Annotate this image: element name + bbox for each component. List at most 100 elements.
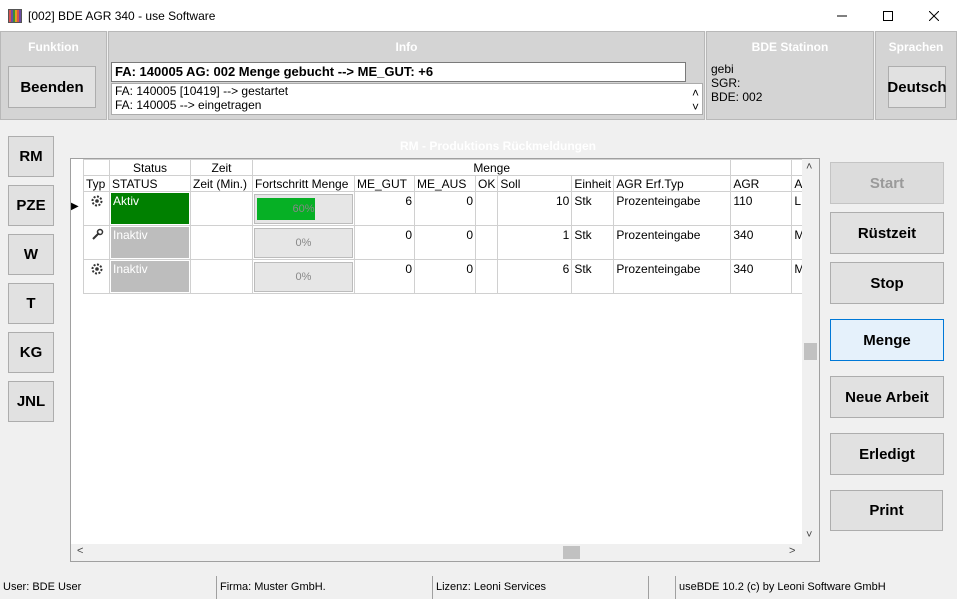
title-bar: [002] BDE AGR 340 - use Software [0,0,957,31]
scroll-right-icon[interactable]: > [789,545,795,557]
production-grid[interactable]: ▶ Status Zeit Menge Typ STATUS Zeit (Min… [70,158,820,562]
station-line: SGR: [711,76,741,90]
column-header[interactable]: ME_AUS [414,175,476,192]
status-badge: Aktiv [111,193,189,224]
soll-cell: 1 [497,225,573,260]
info-log-line: FA: 140005 [10419] --> gestartet [115,84,289,98]
minimize-button[interactable] [819,0,865,31]
app-icon [8,8,22,23]
erf-typ-cell: Prozenteingabe [613,259,732,294]
column-header[interactable]: Einheit [571,175,615,192]
zeit-cell [190,259,253,294]
column-header[interactable]: Typ [83,175,110,192]
horizontal-scroll-thumb[interactable] [563,546,580,559]
status-firma: Firma: Muster GmbH. [216,576,432,599]
info-log-list[interactable]: FA: 140005 [10419] --> gestartet FA: 140… [111,83,703,115]
agr-cell: 340 [730,225,793,260]
column-header[interactable]: AGR [730,175,793,192]
wrench-icon [83,225,110,260]
horizontal-scrollbar[interactable]: < > [71,544,819,561]
agr-cell: 340 [730,259,793,294]
column-header[interactable]: Fortschritt Menge [252,175,355,192]
me-gut-cell: 6 [354,191,415,226]
ok-cell [474,225,499,260]
column-header[interactable]: Soll [497,175,573,192]
vertical-scroll-thumb[interactable] [804,343,817,360]
start-button[interactable]: Start [830,162,944,204]
status-user: User: BDE User [3,581,82,593]
soll-cell: 6 [497,259,573,294]
me-gut-cell: 0 [354,225,415,260]
status-version: useBDE 10.2 (c) by Leoni Software GmbH [675,576,957,599]
erf-typ-cell: Prozenteingabe [613,225,732,260]
print-button[interactable]: Print [830,490,943,531]
funktion-panel-title: Funktion [28,40,79,54]
sidebar-jnl-button[interactable]: JNL [8,381,54,422]
group-header-status: Status [109,159,191,176]
scroll-up-icon[interactable]: ˄ [806,161,812,173]
status-badge: Inaktiv [111,261,189,292]
scroll-down-icon[interactable]: ˅ [806,529,812,541]
erledigt-button[interactable]: Erledigt [830,433,944,475]
sidebar-t-button[interactable]: T [8,283,54,324]
current-row-marker-icon: ▶ [71,201,79,212]
beenden-button[interactable]: Beenden [8,66,96,108]
maximize-button[interactable] [865,0,911,31]
info-headline: FA: 140005 AG: 002 Menge gebucht --> ME_… [111,62,686,82]
sidebar-kg-button[interactable]: KG [8,332,54,373]
close-button[interactable] [911,0,957,31]
zeit-cell [190,225,253,260]
gear-icon [83,191,110,226]
einheit-cell: Stk [571,191,615,226]
column-header[interactable]: Zeit (Min.) [190,175,253,192]
ok-cell [474,259,499,294]
progress-label: 60% [292,202,315,215]
me-aus-cell: 0 [414,259,476,294]
progress-bar: 0% [254,261,353,292]
sprachen-panel-title: Sprachen [888,40,944,54]
info-log-line: FA: 140005 --> eingetragen [115,98,262,112]
zeit-cell [190,191,253,226]
section-title: RM - Produktions Rückmeldungen [400,139,597,153]
progress-bar: 60% [254,193,353,224]
info-scroll-arrows[interactable]: ˄ ˅ [689,86,699,114]
ok-cell [474,191,499,226]
progress-bar: 0% [254,227,353,258]
vertical-scrollbar[interactable]: ˄ ˅ [802,159,819,544]
production-table: Status Zeit Menge Typ STATUS Zeit (Min.)… [83,159,808,294]
column-header[interactable]: AGR Erf.Typ [613,175,732,192]
column-header[interactable]: STATUS [109,175,191,192]
einheit-cell: Stk [571,225,615,260]
sidebar-w-button[interactable]: W [8,234,54,275]
scroll-left-icon[interactable]: < [77,545,83,557]
group-header-menge: Menge [251,159,732,176]
column-header[interactable]: OK [474,175,499,192]
table-row[interactable]: Aktiv 60% 6 0 10 Stk Prozenteingabe 110 … [83,191,808,226]
station-line: gebi [711,62,734,76]
status-badge: Inaktiv [111,227,189,258]
neue-arbeit-button[interactable]: Neue Arbeit [830,376,944,418]
sidebar-rm-button[interactable]: RM [8,136,54,177]
table-row[interactable]: Inaktiv 0% 0 0 1 Stk Prozenteingabe 340 … [83,225,808,260]
language-button[interactable]: Deutsch [887,66,947,108]
progress-label: 0% [295,270,312,283]
ruestzeit-button[interactable]: Rüstzeit [830,212,944,254]
window-title: [002] BDE AGR 340 - use Software [28,8,216,23]
table-row[interactable]: Inaktiv 0% 0 0 6 Stk Prozenteingabe 340 … [83,259,808,294]
sidebar-pze-button[interactable]: PZE [8,185,54,226]
progress-label: 0% [295,236,312,249]
gear-icon [83,259,110,294]
status-lizenz: Lizenz: Leoni Services [432,576,648,599]
status-empty [648,576,675,599]
station-info: gebi SGR: BDE: 002 [711,62,762,104]
info-panel-title: Info [395,40,418,54]
soll-cell: 10 [497,191,573,226]
station-panel-title: BDE Statinon [751,40,829,54]
einheit-cell: Stk [571,259,615,294]
me-gut-cell: 0 [354,259,415,294]
erf-typ-cell: Prozenteingabe [613,191,732,226]
column-header[interactable]: ME_GUT [354,175,415,192]
menge-button[interactable]: Menge [830,319,944,361]
group-header-zeit: Zeit [190,159,253,176]
stop-button[interactable]: Stop [830,262,944,304]
